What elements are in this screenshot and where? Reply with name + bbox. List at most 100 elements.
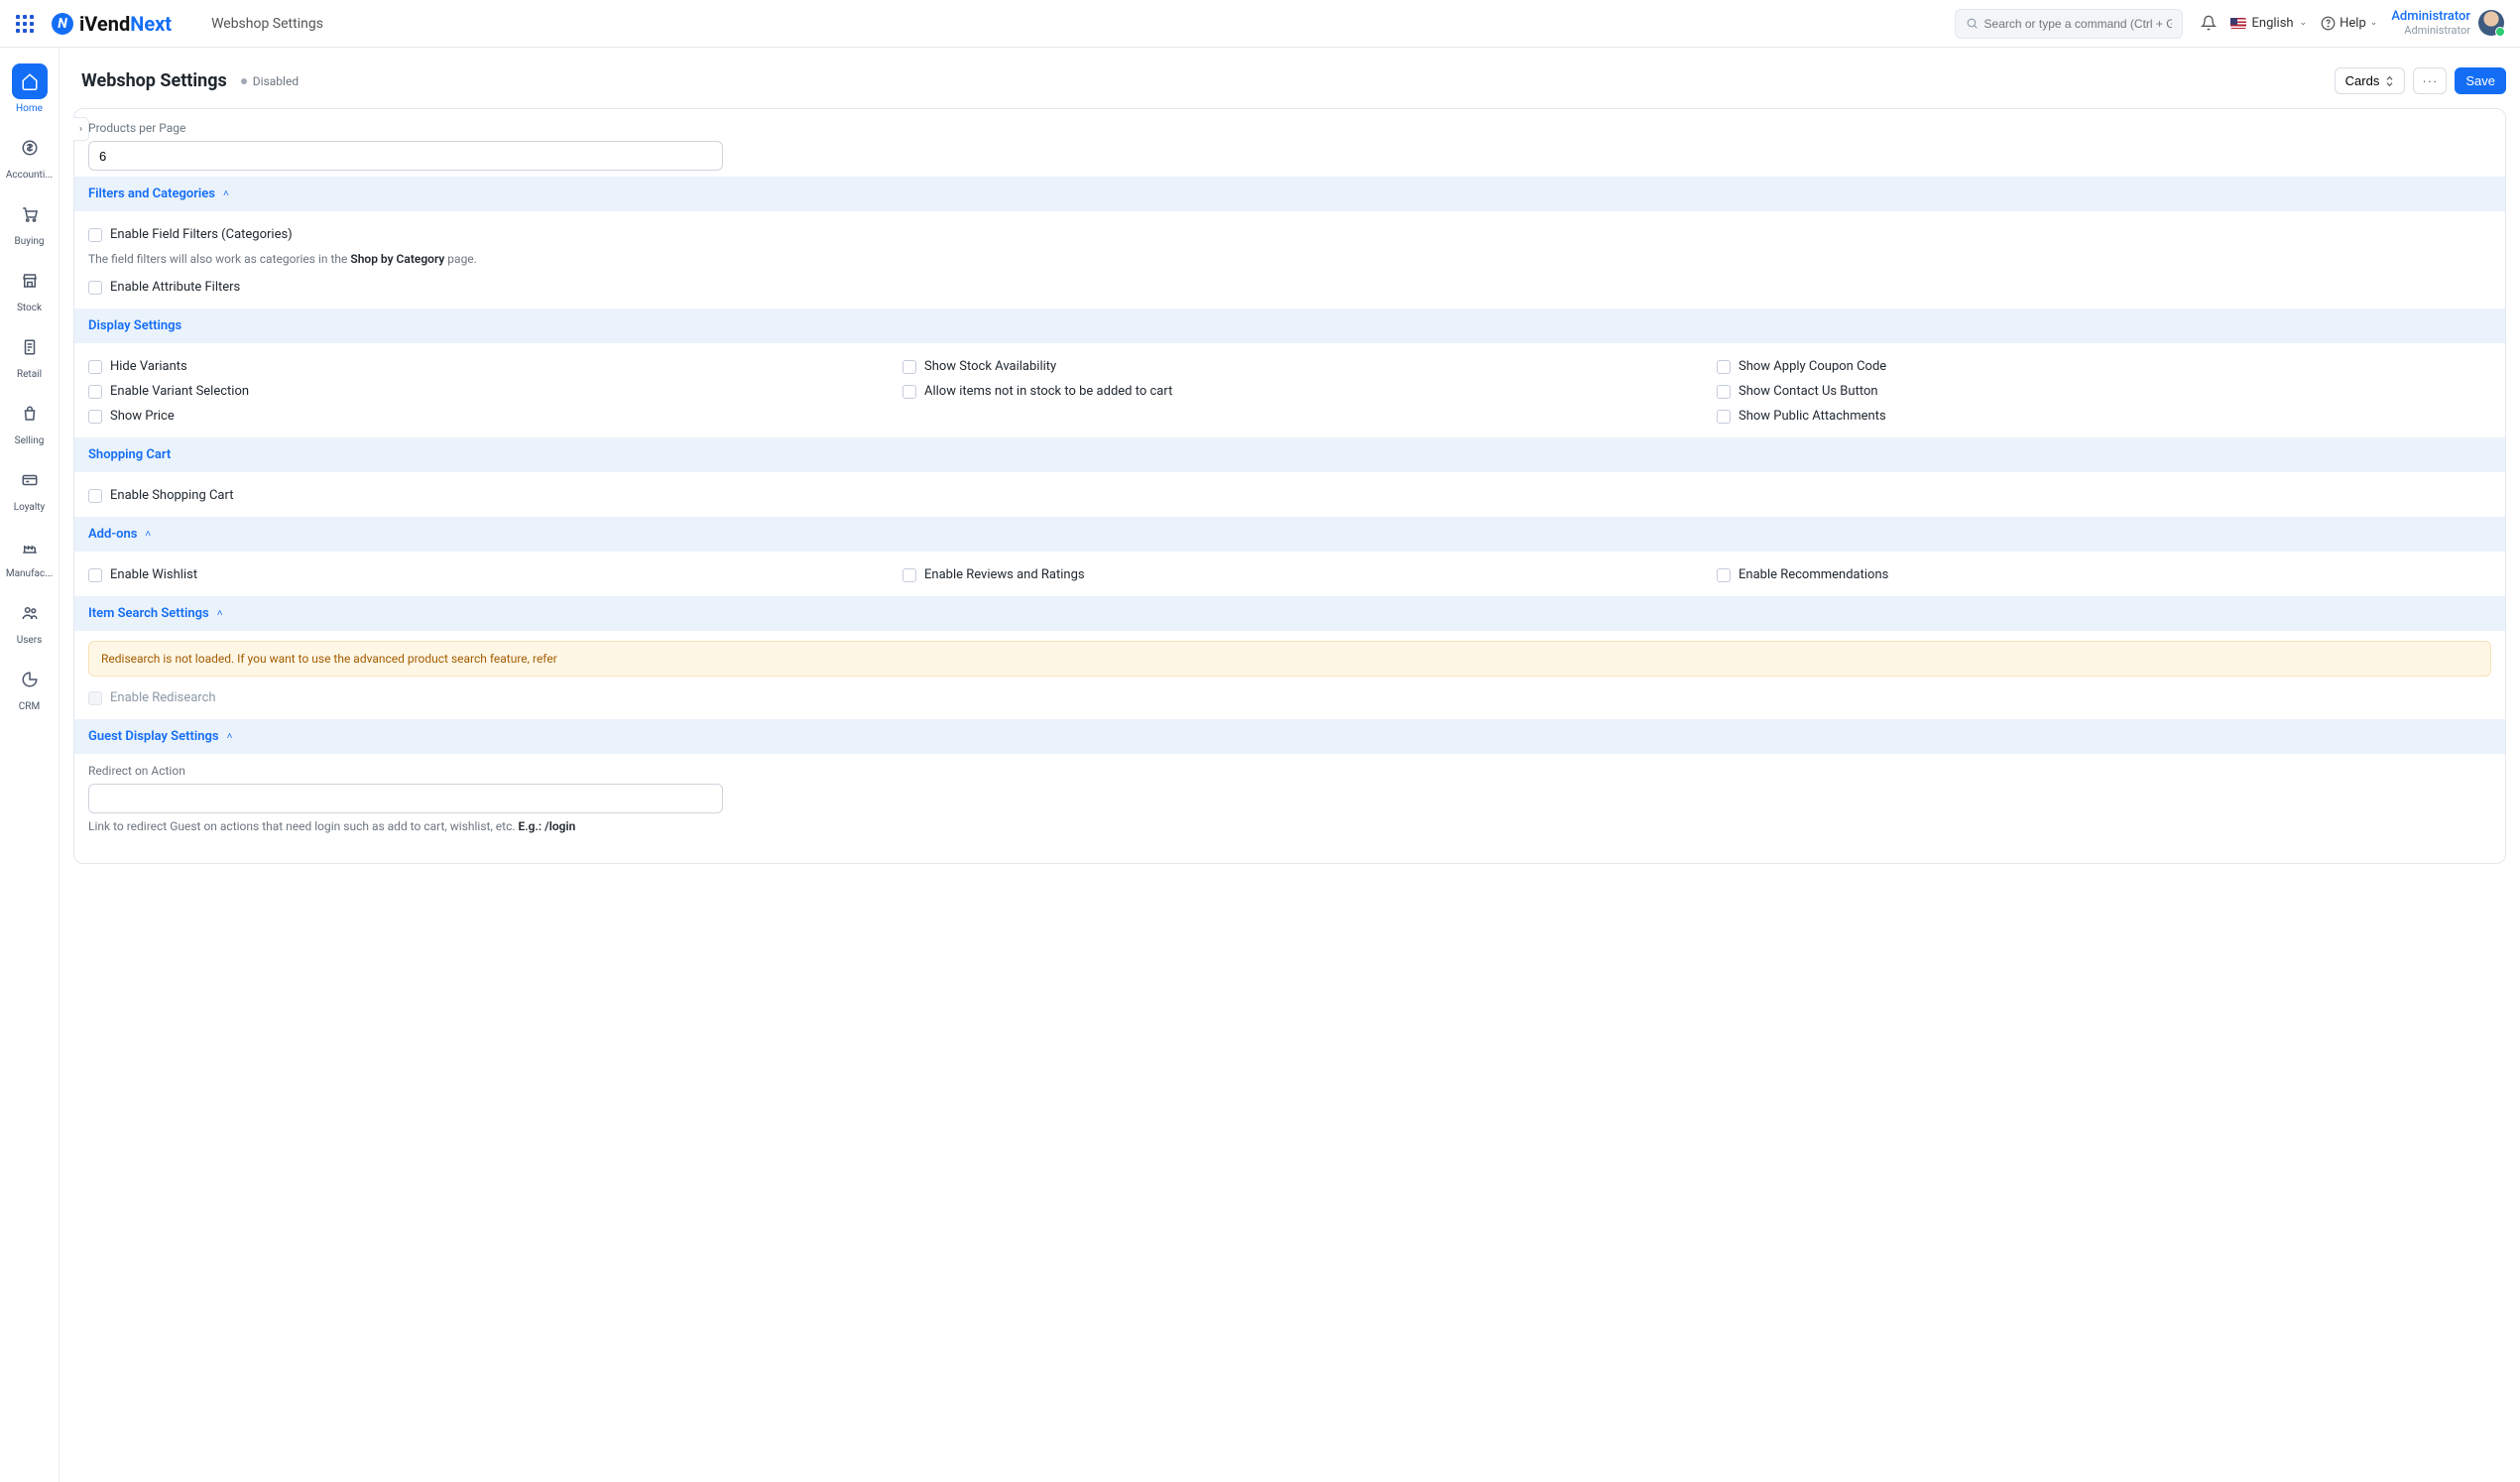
sidebar-item-home[interactable]: Home xyxy=(6,58,54,120)
more-button[interactable]: ··· xyxy=(2413,67,2447,94)
section-title: Item Search Settings xyxy=(88,606,209,621)
bell-icon[interactable] xyxy=(2201,15,2217,31)
sidebar-item-users[interactable]: Users xyxy=(6,589,54,652)
section-display-header[interactable]: Display Settings xyxy=(74,309,2505,343)
enable-field-filters-checkbox[interactable]: Enable Field Filters (Categories) xyxy=(88,227,2491,242)
home-icon xyxy=(21,72,39,90)
status-badge: Disabled xyxy=(241,74,299,88)
logo[interactable]: N iVendNext xyxy=(52,12,172,36)
status-dot-icon xyxy=(241,78,247,84)
sidebar-label: Retail xyxy=(17,369,42,380)
sidebar-item-stock[interactable]: Stock xyxy=(6,257,54,319)
section-guest-header[interactable]: Guest Display Settings ˄ xyxy=(74,719,2505,754)
user-menu[interactable]: Administrator Administrator xyxy=(2391,10,2504,38)
section-search-header[interactable]: Item Search Settings ˄ xyxy=(74,596,2505,631)
section-cart-header[interactable]: Shopping Cart xyxy=(74,437,2505,472)
users-icon xyxy=(21,604,39,622)
checkbox-icon xyxy=(902,385,916,399)
user-name: Administrator xyxy=(2391,10,2470,25)
sidebar-item-selling[interactable]: Selling xyxy=(6,390,54,452)
main-content: Webshop Settings Disabled Cards ··· Save xyxy=(60,48,2520,1482)
user-role: Administrator xyxy=(2391,25,2470,38)
receipt-icon xyxy=(21,338,39,356)
section-cart-body: Enable Shopping Cart xyxy=(74,472,2505,517)
show-coupon-checkbox[interactable]: Show Apply Coupon Code xyxy=(1717,359,2491,374)
checkbox-icon xyxy=(1717,360,1731,374)
collapse-sidebar-toggle[interactable]: › xyxy=(73,117,89,141)
section-search-body: Redisearch is not loaded. If you want to… xyxy=(74,631,2505,719)
products-per-page-field: Products per Page xyxy=(74,109,2505,177)
allow-oos-cart-checkbox[interactable]: Allow items not in stock to be added to … xyxy=(902,384,1677,399)
products-per-page-input[interactable] xyxy=(88,141,723,171)
cards-label: Cards xyxy=(2345,73,2380,88)
checkbox-icon xyxy=(902,568,916,582)
section-title: Filters and Categories xyxy=(88,186,215,201)
show-stock-checkbox[interactable]: Show Stock Availability xyxy=(902,359,1677,374)
help-label: Help xyxy=(2340,16,2366,31)
section-title: Guest Display Settings xyxy=(88,729,219,744)
redisearch-alert: Redisearch is not loaded. If you want to… xyxy=(88,641,2491,677)
redirect-help-text: Link to redirect Guest on actions that n… xyxy=(88,819,2491,833)
page-header: Webshop Settings Disabled Cards ··· Save xyxy=(81,67,2506,94)
section-title: Shopping Cart xyxy=(88,447,171,462)
chevron-down-icon: ⌄ xyxy=(2370,18,2378,28)
global-search[interactable] xyxy=(1955,9,2183,39)
store-icon xyxy=(21,272,39,290)
bag-icon xyxy=(21,405,39,423)
checkbox-label: Enable Variant Selection xyxy=(110,384,249,399)
section-addons-header[interactable]: Add-ons ˄ xyxy=(74,517,2505,552)
sidebar-item-crm[interactable]: CRM xyxy=(6,656,54,718)
show-price-checkbox[interactable]: Show Price xyxy=(88,409,863,424)
checkbox-icon xyxy=(902,360,916,374)
app-switcher-icon[interactable] xyxy=(16,15,34,33)
help-menu[interactable]: Help ⌄ xyxy=(2321,16,2377,31)
search-input[interactable] xyxy=(1984,17,2172,31)
redirect-on-action-input[interactable] xyxy=(88,784,723,813)
logo-text-ivend: iVend xyxy=(79,12,130,36)
checkbox-label: Enable Attribute Filters xyxy=(110,280,240,295)
breadcrumb[interactable]: Webshop Settings xyxy=(211,16,323,32)
cards-view-button[interactable]: Cards xyxy=(2335,67,2406,94)
field-label: Redirect on Action xyxy=(88,764,2491,778)
sidebar-label: Buying xyxy=(14,236,44,247)
sidebar-item-loyalty[interactable]: Loyalty xyxy=(6,456,54,519)
checkbox-label: Enable Redisearch xyxy=(110,690,216,705)
language-label: English xyxy=(2252,16,2294,31)
chevron-up-icon: ˄ xyxy=(223,188,229,199)
checkbox-label: Enable Recommendations xyxy=(1739,567,1888,582)
checkbox-icon xyxy=(1717,410,1731,424)
chevron-up-icon: ˄ xyxy=(217,608,223,619)
checkbox-icon xyxy=(88,410,102,424)
sidebar-label: Selling xyxy=(15,435,45,446)
enable-reviews-checkbox[interactable]: Enable Reviews and Ratings xyxy=(902,567,1677,582)
sidebar-item-accounting[interactable]: Accounti... xyxy=(6,124,54,186)
sidebar-label: Stock xyxy=(17,303,42,313)
sidebar-item-manufacturing[interactable]: Manufac... xyxy=(6,523,54,585)
language-selector[interactable]: English ⌄ xyxy=(2230,16,2308,31)
checkbox-label: Enable Wishlist xyxy=(110,567,197,582)
sidebar-item-retail[interactable]: Retail xyxy=(6,323,54,386)
sidebar-label: Manufac... xyxy=(6,568,53,579)
enable-wishlist-checkbox[interactable]: Enable Wishlist xyxy=(88,567,863,582)
enable-attribute-filters-checkbox[interactable]: Enable Attribute Filters xyxy=(88,280,2491,295)
section-title: Add-ons xyxy=(88,527,137,542)
checkbox-label: Enable Field Filters (Categories) xyxy=(110,227,293,242)
factory-icon xyxy=(21,538,39,556)
dollar-icon xyxy=(21,139,39,157)
enable-variant-selection-checkbox[interactable]: Enable Variant Selection xyxy=(88,384,863,399)
sidebar-label: Loyalty xyxy=(14,502,46,513)
checkbox-icon xyxy=(88,568,102,582)
section-guest-body: Redirect on Action Link to redirect Gues… xyxy=(74,754,2505,851)
enable-recommendations-checkbox[interactable]: Enable Recommendations xyxy=(1717,567,2491,582)
checkbox-label: Show Contact Us Button xyxy=(1739,384,1878,399)
hide-variants-checkbox[interactable]: Hide Variants xyxy=(88,359,863,374)
show-public-attachments-checkbox[interactable]: Show Public Attachments xyxy=(1717,409,2491,424)
show-contact-checkbox[interactable]: Show Contact Us Button xyxy=(1717,384,2491,399)
checkbox-label: Enable Shopping Cart xyxy=(110,488,233,503)
sidebar-item-buying[interactable]: Buying xyxy=(6,190,54,253)
enable-cart-checkbox[interactable]: Enable Shopping Cart xyxy=(88,488,2491,503)
save-button[interactable]: Save xyxy=(2455,67,2506,94)
chevron-down-icon: ⌄ xyxy=(2300,18,2308,28)
section-filters-header[interactable]: Filters and Categories ˄ xyxy=(74,177,2505,211)
sidebar-label: Home xyxy=(16,103,43,114)
